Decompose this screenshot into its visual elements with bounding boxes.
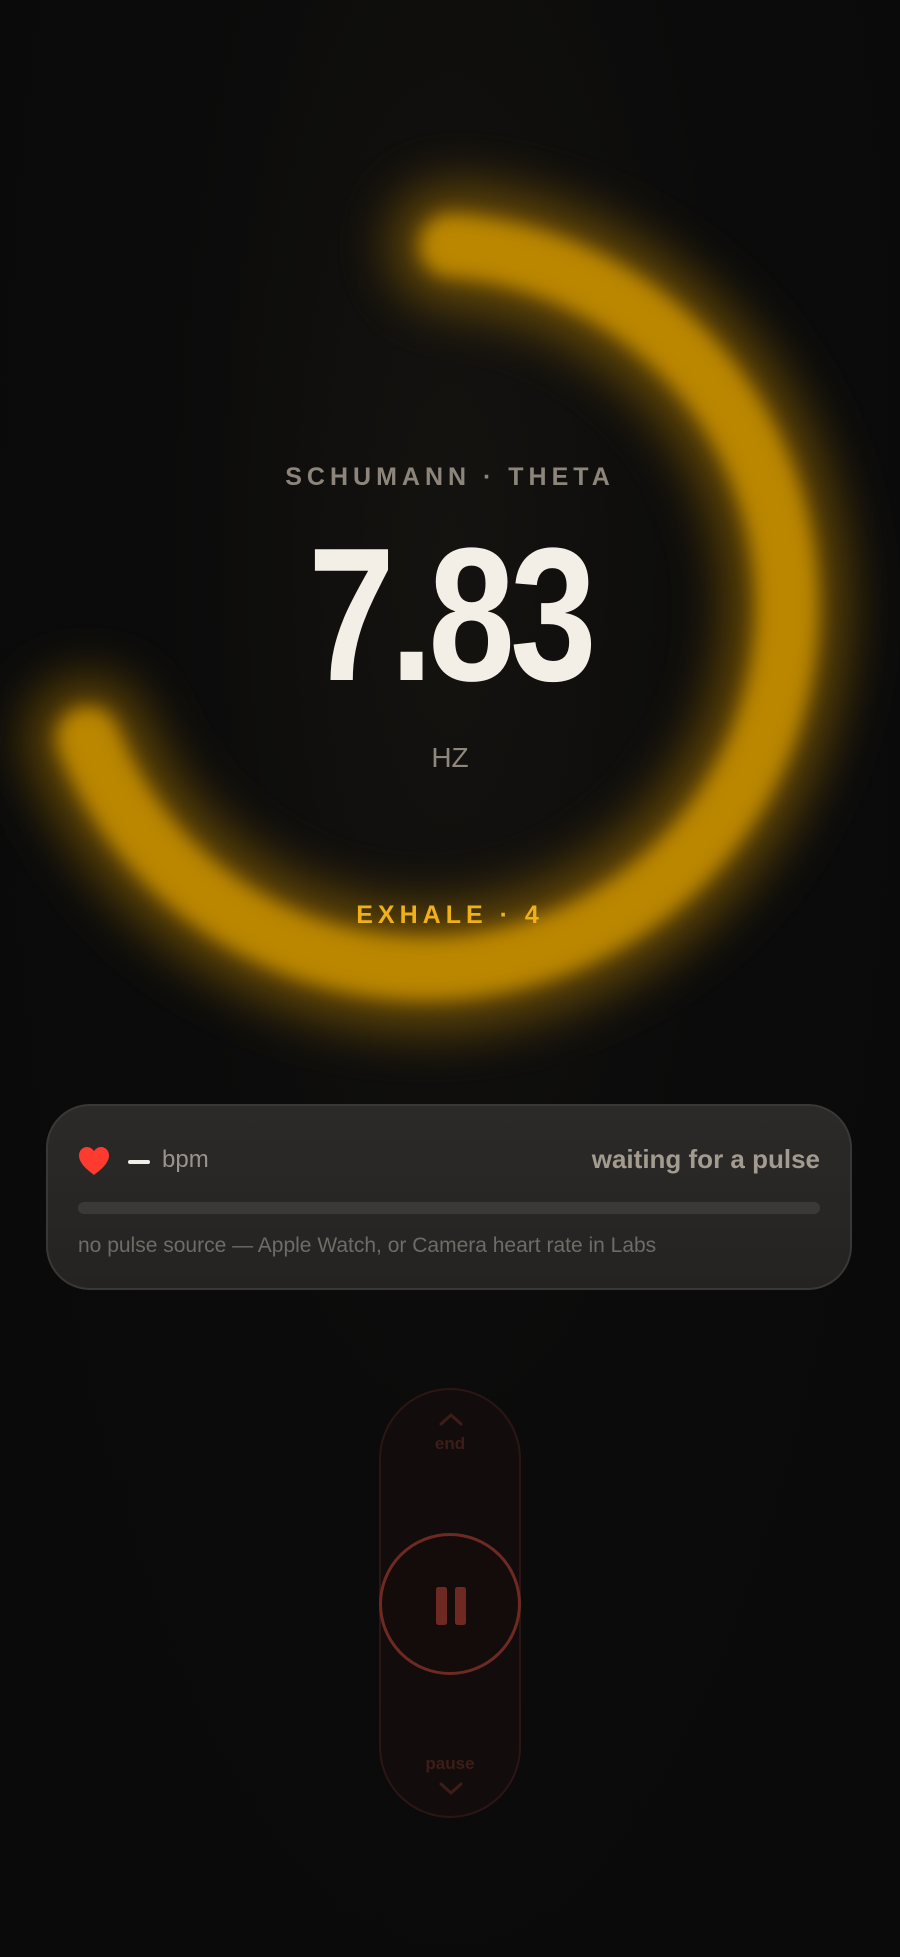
- session-control-slider[interactable]: end pause: [379, 1388, 521, 1818]
- bpm-unit: bpm: [162, 1146, 209, 1173]
- mode-label: SCHUMANN · THETA: [285, 463, 615, 491]
- pulse-status: waiting for a pulse: [591, 1144, 820, 1174]
- end-label: end: [434, 1434, 466, 1453]
- pulse-progress-bar: [78, 1202, 820, 1214]
- bpm-value: —: [128, 1160, 150, 1164]
- frequency-value: 7.83: [308, 509, 596, 721]
- pulse-card: — bpm waiting for a pulse no pulse sourc…: [46, 1104, 852, 1290]
- breath-phase-label: EXHALE · 4: [356, 901, 544, 929]
- pulse-source-hint: no pulse source — Apple Watch, or Camera…: [78, 1234, 657, 1257]
- pause-icon: [436, 1587, 466, 1625]
- chevron-up-icon: [439, 1413, 463, 1426]
- chevron-down-icon: [439, 1782, 463, 1795]
- pause-label: pause: [425, 1754, 475, 1773]
- session-screen: SCHUMANN · THETA 7.83 HZ EXHALE · 4 — bp…: [0, 0, 900, 1957]
- frequency-unit: HZ: [431, 742, 469, 773]
- heart-icon: [79, 1147, 109, 1175]
- pause-button[interactable]: [379, 1533, 521, 1675]
